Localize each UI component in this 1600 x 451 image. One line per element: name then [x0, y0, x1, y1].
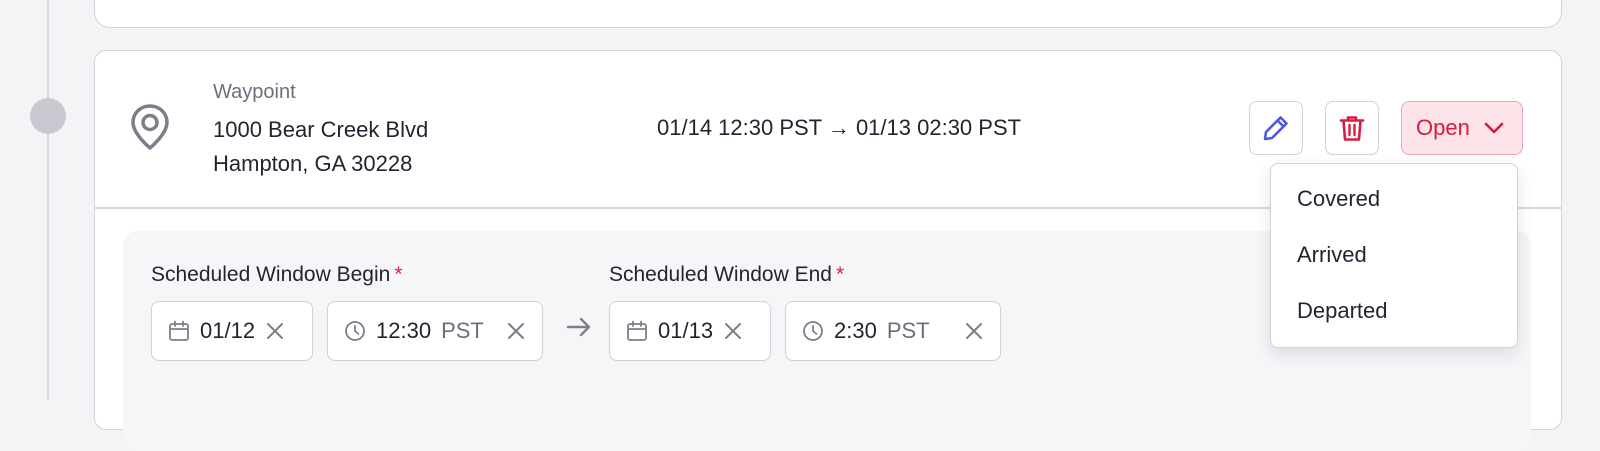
required-marker: * [835, 263, 845, 286]
menu-item-covered[interactable]: Covered [1297, 186, 1380, 212]
menu-item-arrived[interactable]: Arrived [1297, 242, 1367, 268]
delete-button[interactable] [1325, 101, 1379, 155]
begin-date-input[interactable]: 01/12 [151, 301, 313, 361]
begin-time-input[interactable]: 12:30 PST [327, 301, 543, 361]
end-time-value: 2:30 [834, 318, 877, 343]
end-time-input[interactable]: 2:30 PST [785, 301, 1001, 361]
menu-item-departed[interactable]: Departed [1297, 298, 1388, 324]
trash-icon [1339, 116, 1365, 141]
address-line-1: 1000 Bear Creek Blvd [213, 117, 429, 142]
end-timezone: PST [886, 318, 930, 343]
scheduled-window-summary: 01/14 12:30 PST → 01/13 02:30 PST [657, 115, 1022, 140]
window-begin-label: Scheduled Window Begin * [151, 263, 403, 286]
pencil-icon [1263, 116, 1288, 141]
map-pin-icon [131, 104, 169, 150]
end-date-value: 01/13 [658, 318, 714, 343]
close-icon[interactable] [723, 321, 743, 341]
status-dropdown-menu: Covered Arrived Departed [1270, 163, 1518, 348]
clock-icon [345, 321, 365, 341]
status-dropdown-button[interactable]: Open [1401, 101, 1523, 155]
window-end-label: Scheduled Window End * [609, 263, 845, 286]
edit-button[interactable] [1249, 101, 1303, 155]
required-marker: * [394, 263, 403, 286]
waypoint-address: 1000 Bear Creek Blvd Hampton, GA 30228 [213, 113, 428, 181]
calendar-icon [169, 320, 189, 341]
waypoint-type-label: Waypoint [213, 81, 296, 103]
status-label: Open [1416, 115, 1470, 140]
calendar-icon [627, 320, 647, 341]
previous-stop-card [94, 0, 1562, 28]
arrow-right-icon [566, 317, 591, 337]
timeline-line [47, 0, 49, 400]
chevron-down-icon [1484, 122, 1504, 134]
address-line-2: Hampton, GA 30228 [213, 151, 413, 176]
begin-date-value: 01/12 [200, 318, 256, 343]
timeline-dot [30, 98, 66, 134]
end-date-input[interactable]: 01/13 [609, 301, 771, 361]
close-icon[interactable] [506, 321, 526, 341]
begin-time-value: 12:30 [376, 318, 432, 343]
close-icon[interactable] [964, 321, 984, 341]
begin-timezone: PST [441, 318, 484, 343]
clock-icon [803, 321, 823, 341]
close-icon[interactable] [265, 321, 285, 341]
